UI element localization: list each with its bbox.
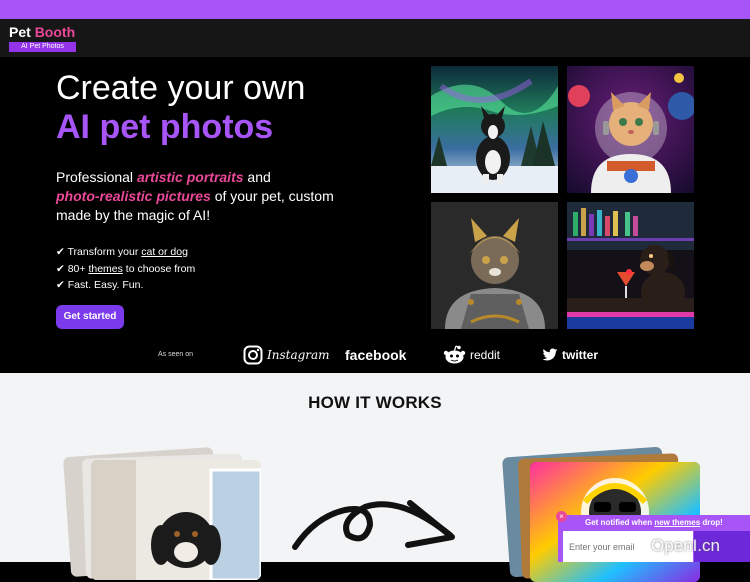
instagram-logo: Instagram (243, 345, 330, 365)
hero-title-line1: Create your own (56, 69, 306, 107)
how-it-works-title: HOW IT WORKS (308, 393, 442, 412)
logo-word-booth: Booth (34, 24, 76, 40)
astronaut-cat-photo (567, 66, 694, 193)
twitter-logo: twitter (542, 345, 598, 365)
promo-bar (0, 0, 750, 19)
feature-item: ✔ Transform your cat or dog (56, 246, 188, 258)
feature-list: ✔ Transform your cat or dog ✔ 80+ themes… (56, 244, 195, 294)
logo[interactable]: Pet Booth (9, 25, 75, 40)
reddit-icon (443, 345, 466, 364)
notify-text: Get notified when new themes drop! (585, 518, 723, 527)
logo-word-pet: Pet (9, 24, 31, 40)
as-seen-on-label: As seen on (158, 351, 194, 358)
hero-title-line2: AI pet photos (56, 108, 274, 146)
bar-dog-photo (567, 202, 694, 329)
close-icon[interactable]: × (556, 511, 567, 522)
hero-lead: Professional artistic portraits and phot… (56, 169, 334, 223)
facebook-logo: facebook (345, 347, 407, 363)
new-themes-link[interactable]: new themes (654, 518, 700, 527)
logo-subtitle: AI Pet Photos (9, 42, 76, 52)
knight-cat-photo (431, 202, 558, 329)
get-started-button[interactable]: Get started (56, 305, 124, 329)
twitter-bird-icon (542, 348, 558, 361)
watermark: OpenI.cn (651, 536, 720, 555)
navbar: Pet Booth AI Pet Photos (0, 19, 750, 58)
dog-aurora-photo (431, 66, 558, 193)
feature-item: ✔ 80+ themes to choose from (56, 262, 196, 275)
themes-link[interactable]: themes (88, 263, 122, 275)
feature-item: ✔ Fast. Easy. Fun. (56, 279, 144, 291)
cat-or-dog-link[interactable]: cat or dog (141, 246, 188, 258)
curved-arrow-icon (292, 500, 455, 550)
upload-dog-photo (91, 460, 261, 580)
instagram-icon (243, 345, 263, 365)
reddit-logo: reddit (443, 345, 500, 365)
